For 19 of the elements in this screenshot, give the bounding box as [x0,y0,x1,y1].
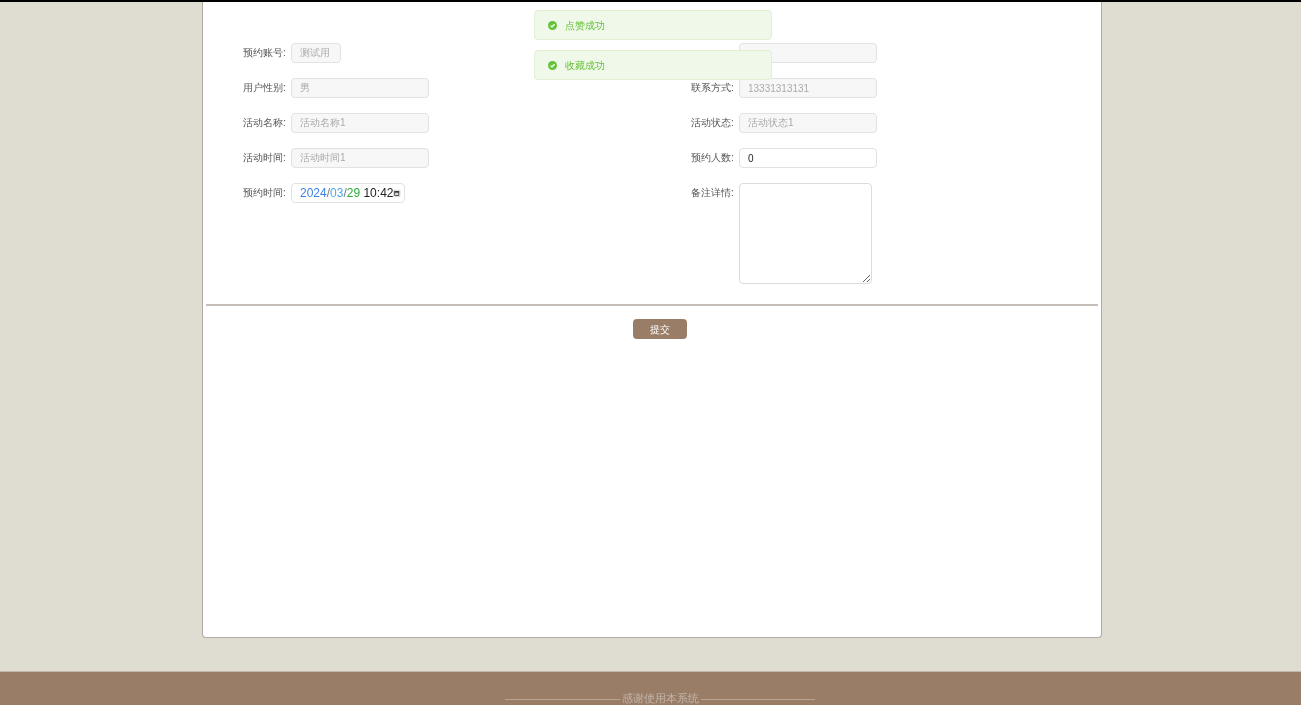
field-label: 预约时间: [243,186,287,200]
field-label: 用户性别: [243,81,287,95]
toast-message: 收藏成功 [565,58,605,73]
field-label: 活动状态: [691,116,735,130]
field-label: 活动时间: [243,151,287,165]
text-area[interactable] [739,183,872,284]
check-circle-icon [548,20,557,30]
submit-button[interactable]: 提交 [633,319,687,339]
field-label: 预约账号: [243,46,287,60]
field-label: 联系方式: [691,81,735,95]
check-circle-icon [548,60,557,70]
toast-message: 点赞成功 [565,18,605,33]
field-label: 预约人数: [691,151,735,165]
field-label: 备注详情: [691,186,735,200]
datetime-value: 2024/03/29 10:42 [300,185,394,202]
field-label: 活动名称: [243,116,287,130]
footer-text: 感谢使用本系统 [620,693,701,704]
datetime-field[interactable]: 2024/03/29 10:42 [291,183,405,203]
input-field[interactable]: 0 [739,148,877,168]
